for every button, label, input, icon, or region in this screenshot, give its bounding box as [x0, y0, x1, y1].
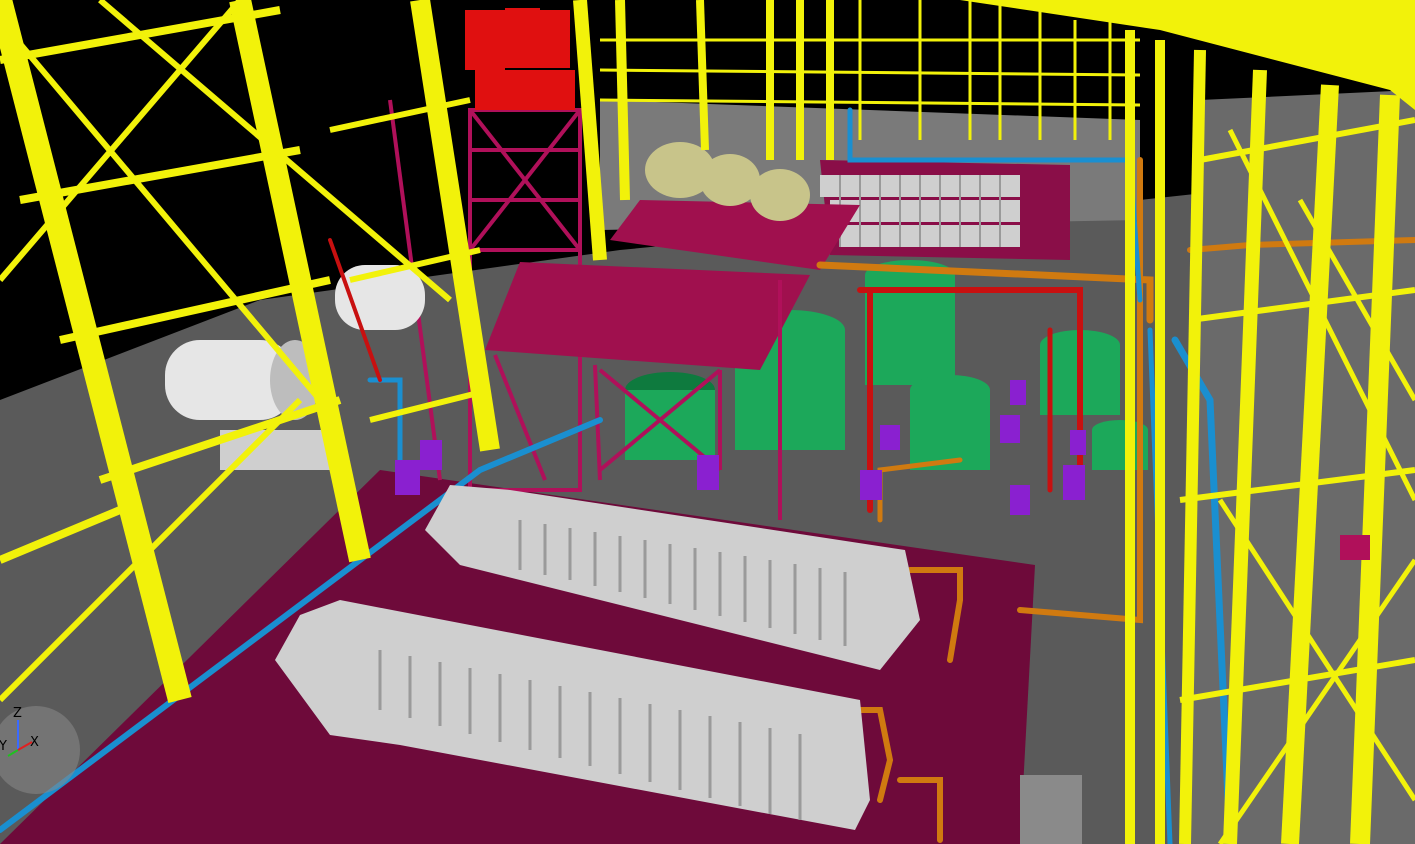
axis-orientation-gizmo[interactable]: Z Y X	[0, 690, 90, 800]
gizmo-x-label: X	[30, 735, 39, 750]
red-cyclones	[465, 8, 575, 110]
3d-viewport[interactable]: Z Y X	[0, 0, 1415, 844]
gizmo-z-label: Z	[13, 706, 22, 721]
gizmo-sphere	[0, 706, 80, 794]
plant-3d-model-scene[interactable]	[0, 0, 1415, 844]
equipment-magenta-right	[1340, 535, 1370, 560]
equipment-box-bottom	[1020, 775, 1082, 844]
gizmo-y-label: Y	[0, 739, 7, 754]
